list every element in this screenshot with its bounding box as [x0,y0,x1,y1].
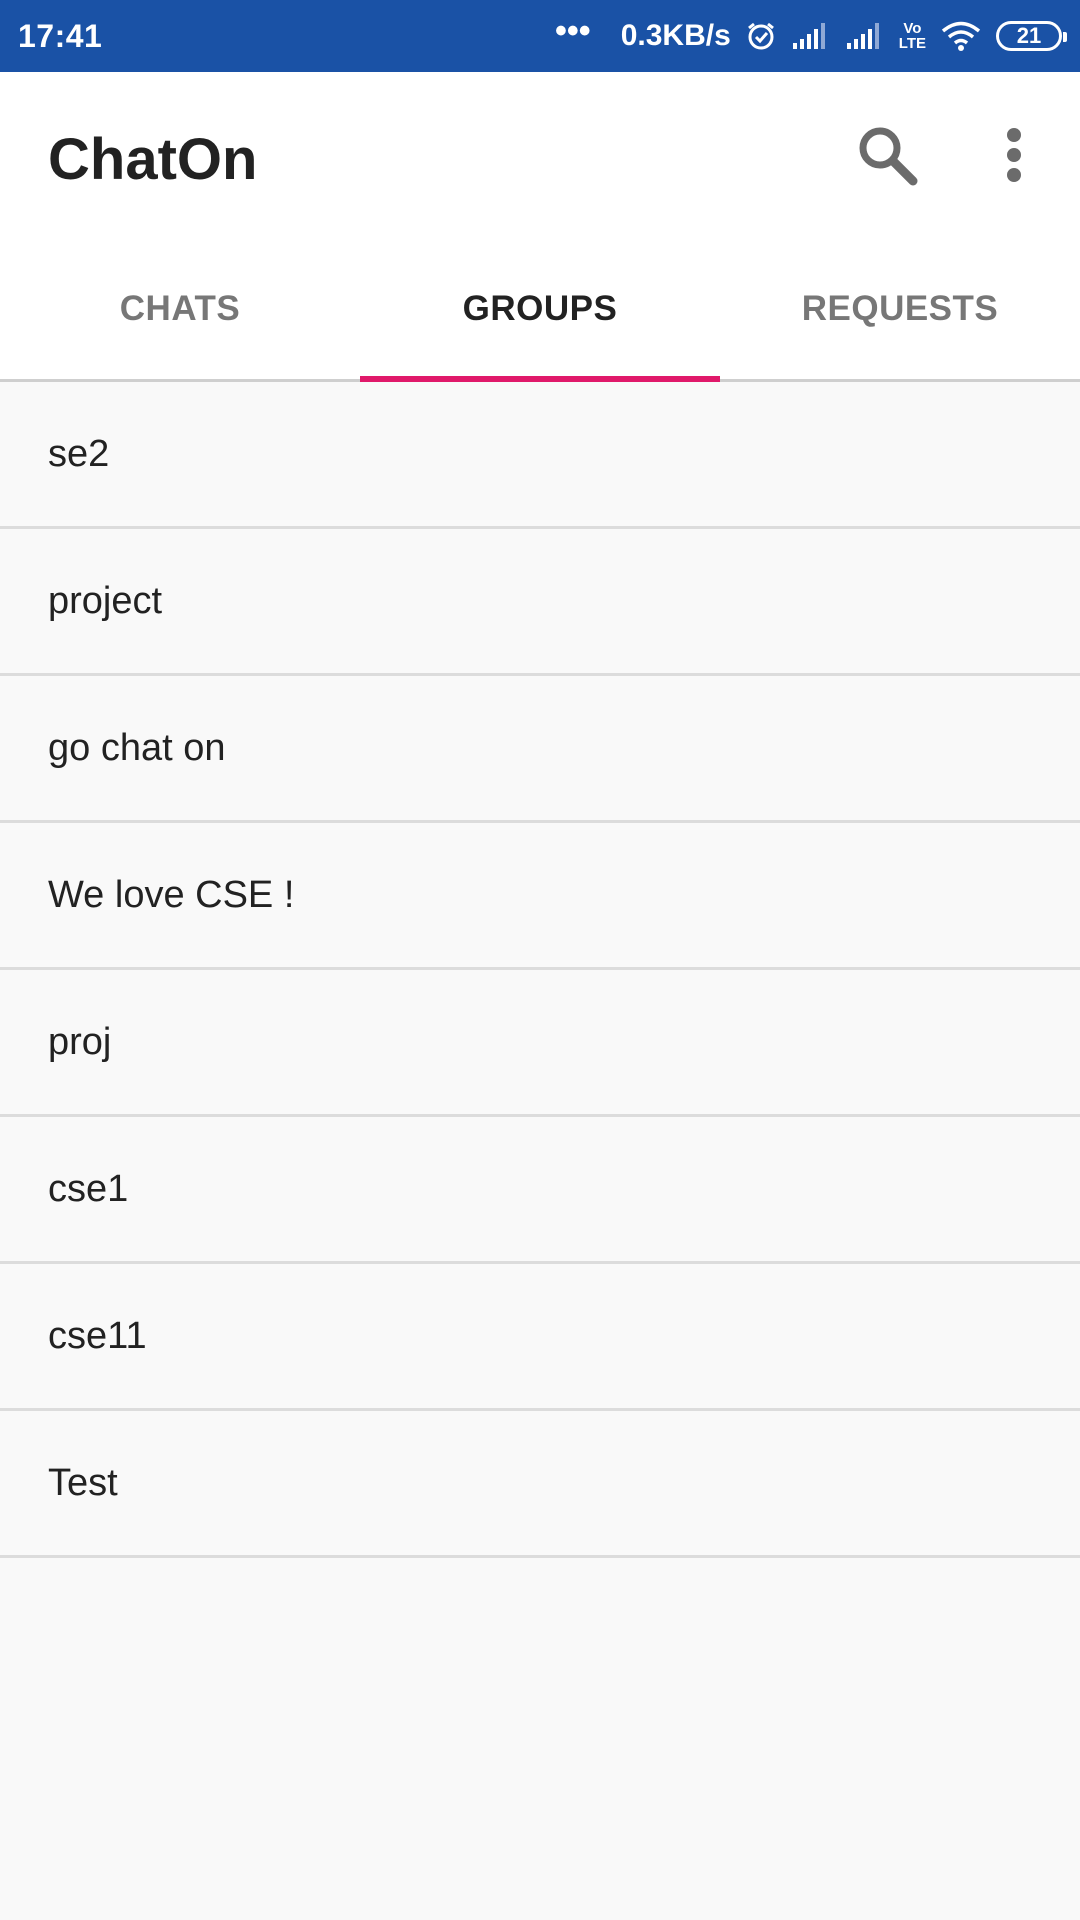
more-options-button[interactable] [984,120,1044,190]
tab-chats[interactable]: CHATS [0,238,360,379]
list-item[interactable]: project [0,529,1080,676]
group-name: Test [48,1461,118,1504]
alarm-icon [745,20,777,52]
status-time: 17:41 [18,17,103,54]
list-item[interactable]: cse11 [0,1264,1080,1411]
status-icons: ••• 0.3KB/s Vo LTE 21 [555,14,1067,53]
list-item[interactable]: se2 [0,382,1080,529]
list-item[interactable]: We love CSE ! [0,823,1080,970]
list-item[interactable]: proj [0,970,1080,1117]
list-item[interactable]: go chat on [0,676,1080,823]
group-name: se2 [48,432,110,475]
volte-icon: Vo LTE [898,20,926,52]
app-title: ChatOn [48,127,258,192]
group-name: proj [48,1020,112,1063]
search-button[interactable] [852,120,922,190]
group-name: We love CSE ! [48,873,295,916]
more-vert-icon [1007,128,1021,182]
group-name: go chat on [48,726,226,769]
list-item[interactable]: Test [0,1411,1080,1558]
search-icon [859,127,918,186]
tab-requests[interactable]: REQUESTS [720,238,1080,379]
signal-icon-sim2 [845,21,885,51]
notification-dots: ••• [555,12,591,50]
tab-bar: CHATS GROUPS REQUESTS [0,238,1080,382]
group-name: cse1 [48,1167,129,1210]
signal-icon-sim1 [791,21,831,51]
list-item[interactable]: cse1 [0,1117,1080,1264]
status-bar: 17:41 ••• 0.3KB/s Vo LTE 21 [0,0,1080,72]
group-name: cse11 [48,1314,147,1357]
wifi-icon [940,20,982,52]
tab-groups[interactable]: GROUPS [360,238,720,382]
battery-icon: 21 [996,21,1067,51]
network-speed: 0.3KB/s [620,19,731,52]
group-name: project [48,579,163,622]
group-list: se2 project go chat on We love CSE ! pro… [0,382,1080,1558]
